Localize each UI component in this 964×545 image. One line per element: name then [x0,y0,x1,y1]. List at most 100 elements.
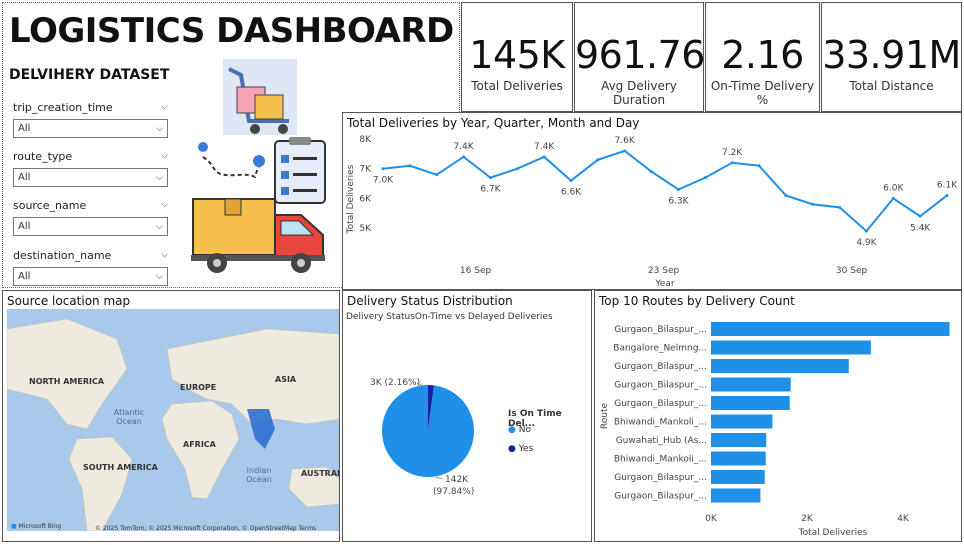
data-point [488,176,492,180]
data-point [918,214,922,218]
slicer-value: All [18,172,31,183]
map-label: Atlantic Ocean [113,408,145,426]
data-label: 6.6K [561,188,582,198]
slice-leader-line [434,476,444,480]
data-point [623,149,627,153]
kpi-label: Total Distance [849,79,934,93]
data-point [838,205,842,209]
chevron-down-icon[interactable]: ⌵ [156,222,163,232]
map-label: EUROPE [180,383,217,392]
data-point [381,167,385,171]
clipboard-icon [274,137,326,204]
x-axis-label: Total Deliveries [798,528,868,538]
map-label: SOUTH AMERICA [83,463,158,472]
line-chart-panel[interactable]: Total Deliveries by Year, Quarter, Month… [342,112,962,290]
x-tick-label: 4K [897,514,910,524]
data-point [408,164,412,168]
bar [711,470,765,484]
chevron-down-icon[interactable]: ⌵ [161,250,168,260]
world-map[interactable] [6,309,339,532]
data-point [542,155,546,159]
line-chart[interactable]: 8K 7K 6K 5KTotal Deliveries 16 Sep 23 Sep 30 S… [343,113,962,290]
slicer-value: All [18,123,31,134]
bar-category-label: Bhiwandi_Mankoli_... [614,418,707,428]
bar-chart-panel[interactable]: Top 10 Routes by Delivery Count Gurgaon_… [594,290,962,542]
y-axis-label: Route [600,402,610,429]
data-point [462,155,466,159]
slicer-dropdown[interactable]: All ⌵ [13,267,168,286]
slicer-source-name[interactable]: source_name ⌵ All ⌵ [13,197,168,236]
data-label: 7.2K [722,148,743,158]
data-label: 7.4K [453,142,474,152]
dataset-subtitle: DELVIHERY DATASET [9,67,170,83]
bar-chart[interactable]: Gurgaon_Bilaspur_... Bangalore_Nelmng... G… [595,291,962,542]
x-axis-label: Year [654,279,674,289]
bing-logo: ■ Microsoft Bing [11,523,61,530]
bar-category-label: Bangalore_Nelmng... [613,344,707,354]
route-pin-icon [198,142,265,179]
chevron-down-icon[interactable]: ⌵ [156,272,163,282]
data-point [703,176,707,180]
legend-label: No [518,425,531,435]
chevron-down-icon[interactable]: ⌵ [161,102,168,112]
x-tick-label: 2K [801,514,814,524]
slicer-value: All [18,271,31,282]
bar-category-label: Gurgaon_Bilaspur_... [614,325,707,335]
data-point [784,193,788,197]
slicer-destination-name[interactable]: destination_name ⌵ All ⌵ [13,247,168,286]
map-label: NORTH AMERICA [29,377,105,386]
bar-category-label: Gurgaon_Bilaspur_... [614,362,707,372]
slicer-dropdown[interactable]: All ⌵ [13,217,168,236]
map-label: AUSTRAL [301,469,340,478]
data-label: 7.4K [534,142,555,152]
slice-label-no-pct: (97.84%) [433,487,474,497]
chevron-down-icon[interactable]: ⌵ [156,124,163,134]
bar-category-label: Guwahati_Hub (As... [616,436,707,446]
legend-label: Yes [518,444,534,454]
bar [711,377,791,392]
data-point [435,173,439,177]
delivery-truck-illustration [191,59,326,273]
bar-category-label: Gurgaon_Bilaspur_... [614,492,707,502]
x-tick-label: 0K [705,514,718,524]
data-label: 6.3K [668,197,689,207]
bar [711,396,790,410]
x-tick-label: 23 Sep [648,266,680,276]
kpi-label: On-Time Delivery % [710,79,815,107]
map-panel[interactable]: Source location map NORTH AMERICA EUROPE… [2,290,340,542]
kpi-total-deliveries: 145K Total Deliveries [461,2,573,112]
data-label: 6.0K [883,183,904,193]
series-line [382,149,948,233]
slicer-route-type[interactable]: route_type ⌵ All ⌵ [13,148,168,187]
bar [711,322,950,336]
chevron-down-icon[interactable]: ⌵ [161,151,168,161]
dashboard-title: LOGISTICS DASHBOARD [9,11,454,51]
chevron-down-icon[interactable]: ⌵ [161,200,168,210]
bar [711,488,761,503]
data-label: 6.1K [937,180,958,190]
data-point [515,167,519,171]
data-point [945,193,949,197]
data-label: 7.0K [373,176,394,186]
map-attribution[interactable]: © 2025 TomTom, © 2025 Microsoft Corporat… [95,525,316,532]
kpi-on-time-delivery: 2.16 On-Time Delivery % [705,2,820,112]
slicer-trip-creation-time[interactable]: trip_creation_time ⌵ All ⌵ [13,99,168,138]
slicer-dropdown[interactable]: All ⌵ [13,168,168,187]
bar [711,340,871,355]
data-label: 7.6K [615,136,636,146]
pie-chart-panel[interactable]: Delivery Status Distribution Delivery St… [342,290,592,542]
cart-icon [223,59,297,135]
data-point [864,229,868,233]
data-point [811,202,815,206]
bar-category-label: Bhiwandi_Mankoli_... [614,455,707,465]
legend-item-no[interactable]: ● No [508,425,531,435]
kpi-value: 961.76 [575,33,705,77]
legend-dot-icon: ● [508,444,516,454]
data-label: 5.4K [910,223,931,233]
truck-icon [191,198,325,273]
slicer-dropdown[interactable]: All ⌵ [13,119,168,138]
data-point [676,188,680,192]
slicer-label: trip_creation_time [13,100,113,114]
legend-item-yes[interactable]: ● Yes [508,444,533,454]
chevron-down-icon[interactable]: ⌵ [156,173,163,183]
